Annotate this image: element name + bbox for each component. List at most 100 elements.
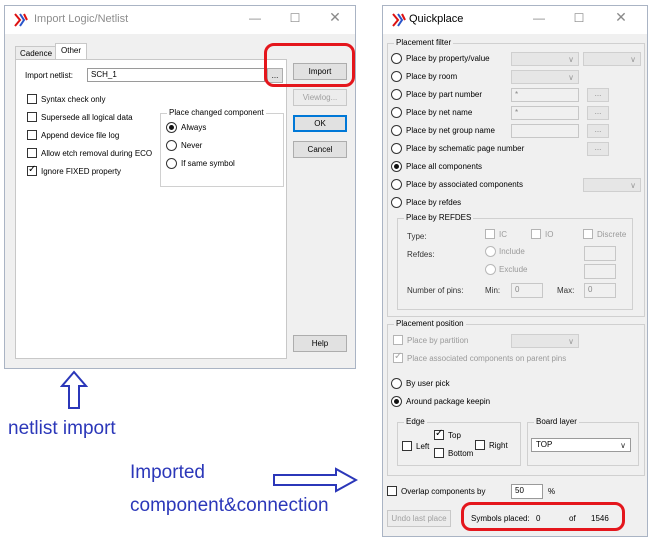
- chevron-down-icon: ∨: [630, 181, 636, 190]
- discrete-checkbox[interactable]: [583, 229, 593, 239]
- check-icon: ✓: [394, 351, 403, 362]
- tab-other-label: Other: [61, 46, 82, 55]
- filter-net-name-label: Place by net name: [406, 108, 473, 117]
- net-name-browse[interactable]: ...: [587, 106, 609, 120]
- exclude-label: Exclude: [499, 265, 528, 274]
- edge-right-checkbox[interactable]: [475, 440, 485, 450]
- room-combo[interactable]: ∨: [511, 70, 579, 84]
- close-icon[interactable]: ✕: [613, 9, 629, 26]
- discrete-label: Discrete: [597, 230, 627, 239]
- place-by-partition-checkbox[interactable]: [393, 335, 403, 345]
- same-symbol-radio[interactable]: [166, 158, 177, 169]
- edge-bottom-label: Bottom: [448, 449, 474, 458]
- radio-dot: [394, 164, 399, 169]
- exclude-input[interactable]: [584, 264, 616, 279]
- filter-all-components-radio[interactable]: [391, 161, 402, 172]
- undo-last-place-button[interactable]: Undo last place: [387, 510, 451, 527]
- filter-associated-radio[interactable]: [391, 179, 402, 190]
- filter-page-number-radio[interactable]: [391, 143, 402, 154]
- filter-net-group-label: Place by net group name: [406, 126, 495, 135]
- maximize-icon[interactable]: ☐: [571, 11, 587, 25]
- same-symbol-label: If same symbol: [181, 159, 235, 168]
- partition-combo[interactable]: ∨: [511, 334, 579, 348]
- quickplace-titlebar: Quickplace — ☐ ✕: [383, 6, 647, 34]
- io-checkbox[interactable]: [531, 229, 541, 239]
- part-number-browse[interactable]: ...: [587, 88, 609, 102]
- around-package-radio[interactable]: [391, 396, 402, 407]
- board-layer-value: TOP: [536, 440, 553, 449]
- close-icon[interactable]: ✕: [327, 9, 343, 26]
- import-titlebar: Import Logic/Netlist — ☐ ✕: [5, 6, 355, 34]
- never-radio[interactable]: [166, 140, 177, 151]
- percent-label: %: [548, 487, 556, 496]
- always-radio[interactable]: [166, 122, 177, 133]
- value-combo[interactable]: ∨: [583, 52, 641, 66]
- tab-other[interactable]: Other: [55, 43, 88, 60]
- place-associated-checkbox[interactable]: ✓: [393, 351, 403, 363]
- never-label: Never: [181, 141, 203, 150]
- check-icon: ✓: [435, 428, 444, 439]
- import-netlist-label: Import netlist:: [25, 71, 74, 80]
- edge-top-checkbox[interactable]: ✓: [434, 428, 444, 440]
- max-label: Max:: [557, 286, 575, 295]
- tab-cadence[interactable]: Cadence: [15, 46, 58, 60]
- max-value: 0: [588, 285, 593, 294]
- allow-etch-checkbox[interactable]: [27, 148, 37, 158]
- cancel-button[interactable]: Cancel: [293, 141, 347, 158]
- around-package-label: Around package keepin: [406, 397, 491, 406]
- append-log-checkbox[interactable]: [27, 130, 37, 140]
- chevron-down-icon: ∨: [568, 73, 574, 82]
- include-label: Include: [499, 247, 525, 256]
- net-name-input[interactable]: *: [511, 106, 579, 120]
- filter-room-radio[interactable]: [391, 71, 402, 82]
- edge-title: Edge: [404, 417, 427, 426]
- part-number-input[interactable]: *: [511, 88, 579, 102]
- edge-left-checkbox[interactable]: [402, 441, 412, 451]
- include-radio[interactable]: [485, 246, 496, 257]
- ic-label: IC: [499, 230, 507, 239]
- chevron-down-icon: ∨: [630, 55, 636, 64]
- net-group-input[interactable]: [511, 124, 579, 138]
- netlist-import-annotation: netlist import: [8, 418, 116, 439]
- filter-part-number-radio[interactable]: [391, 89, 402, 100]
- always-label: Always: [181, 123, 207, 132]
- imported-annotation-line1: Imported: [130, 462, 205, 483]
- filter-net-name-radio[interactable]: [391, 107, 402, 118]
- board-layer-title: Board layer: [534, 417, 579, 426]
- help-button[interactable]: Help: [293, 335, 347, 352]
- filter-associated-label: Place by associated components: [406, 180, 523, 189]
- filter-refdes-radio[interactable]: [391, 197, 402, 208]
- max-input[interactable]: 0: [584, 283, 616, 298]
- min-input[interactable]: 0: [511, 283, 543, 298]
- overlap-checkbox[interactable]: [387, 486, 397, 496]
- netlist-input[interactable]: SCH_1: [87, 68, 265, 82]
- filter-net-group-radio[interactable]: [391, 125, 402, 136]
- by-user-pick-radio[interactable]: [391, 378, 402, 389]
- ic-checkbox[interactable]: [485, 229, 495, 239]
- filter-property-radio[interactable]: [391, 53, 402, 64]
- num-pins-label: Number of pins:: [407, 286, 464, 295]
- syntax-check-checkbox[interactable]: [27, 94, 37, 104]
- ok-button[interactable]: OK: [293, 115, 347, 132]
- filter-all-components-label: Place all components: [406, 162, 483, 171]
- minimize-icon[interactable]: —: [247, 11, 263, 25]
- page-number-browse[interactable]: ...: [587, 142, 609, 156]
- ignore-fixed-checkbox[interactable]: ✓: [27, 164, 37, 176]
- property-combo[interactable]: ∨: [511, 52, 579, 66]
- edge-bottom-checkbox[interactable]: [434, 448, 444, 458]
- minimize-icon[interactable]: —: [531, 11, 547, 25]
- syntax-check-label: Syntax check only: [41, 95, 106, 104]
- quickplace-dialog: Quickplace — ☐ ✕ Placement filter Place …: [382, 5, 648, 537]
- supersede-checkbox[interactable]: [27, 112, 37, 122]
- placement-position-title: Placement position: [394, 319, 466, 328]
- overlap-input[interactable]: 50: [511, 484, 543, 499]
- min-label: Min:: [485, 286, 501, 295]
- board-layer-select[interactable]: TOP ∨: [531, 438, 631, 452]
- net-group-browse[interactable]: ...: [587, 124, 609, 138]
- include-input[interactable]: [584, 246, 616, 261]
- quickplace-title: Quickplace: [409, 13, 464, 25]
- exclude-radio[interactable]: [485, 264, 496, 275]
- associated-combo[interactable]: ∨: [583, 178, 641, 192]
- viewlog-button[interactable]: Viewlog...: [293, 89, 347, 106]
- maximize-icon[interactable]: ☐: [287, 11, 303, 25]
